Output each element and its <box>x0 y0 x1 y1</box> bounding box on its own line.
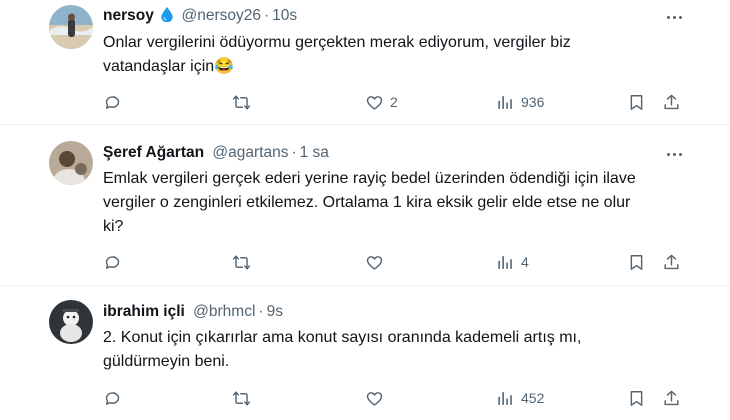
tweet-1[interactable]: nersoy @nersoy26 · 10s Onlar vergilerini ö… <box>0 0 730 124</box>
tweet-header: Şeref Ağartan @agartans · 1 sa <box>103 144 329 161</box>
like-button[interactable]: 2 <box>365 90 398 114</box>
share-button[interactable] <box>662 386 681 410</box>
timestamp[interactable]: 10s <box>272 7 297 24</box>
views-icon <box>498 391 512 405</box>
views-button[interactable]: 4 <box>496 250 529 274</box>
views-button[interactable]: 452 <box>496 386 544 410</box>
tweet-header: ibrahim içli @brhmcl · 9s <box>103 303 283 320</box>
heart-icon <box>366 255 383 270</box>
share-button[interactable] <box>662 90 681 114</box>
more-icon[interactable] <box>664 7 684 27</box>
share-button[interactable] <box>662 250 681 274</box>
avatar[interactable] <box>49 300 93 344</box>
views-count: 452 <box>521 390 545 406</box>
bookmark-button[interactable] <box>627 90 646 114</box>
timestamp[interactable]: 1 sa <box>300 144 329 161</box>
tweet-actions: 452 <box>0 386 730 410</box>
display-name[interactable]: nersoy <box>103 7 154 24</box>
like-count: 2 <box>390 94 398 110</box>
share-icon <box>664 94 679 109</box>
tweet-text: 2. Konut için çıkarırlar ama konut sayıs… <box>103 329 582 370</box>
share-icon <box>664 254 679 269</box>
reply-icon <box>105 255 120 269</box>
heart-icon <box>366 391 383 406</box>
reply-button[interactable] <box>103 386 122 410</box>
tweet-text: Emlak vergileri gerçek ederi yerine rayi… <box>103 170 636 235</box>
avatar[interactable] <box>49 5 93 49</box>
display-name[interactable]: ibrahim içli <box>103 303 185 320</box>
tweet-actions: 2 936 <box>0 90 730 114</box>
bookmark-button[interactable] <box>627 386 646 410</box>
views-button[interactable]: 936 <box>496 90 544 114</box>
bookmark-icon <box>630 390 643 406</box>
heart-icon <box>366 95 383 110</box>
like-button[interactable] <box>365 386 384 410</box>
retweet-button[interactable] <box>232 386 251 410</box>
retweet-icon <box>232 390 251 406</box>
bookmark-icon <box>630 94 643 110</box>
retweet-button[interactable] <box>232 90 251 114</box>
reply-button[interactable] <box>103 90 122 114</box>
tweet-actions: 4 <box>0 250 730 274</box>
tweet-2[interactable]: Şeref Ağartan @agartans · 1 sa Emlak vergi… <box>0 125 730 285</box>
water-drop-icon <box>161 7 177 24</box>
tweet-header: nersoy @nersoy26 · 10s <box>103 7 298 24</box>
avatar[interactable] <box>49 141 93 185</box>
user-handle[interactable]: @nersoy26 <box>181 7 261 24</box>
retweet-icon <box>232 254 251 270</box>
retweet-icon <box>232 94 251 110</box>
user-handle[interactable]: @agartans <box>212 144 288 161</box>
reply-icon <box>105 95 120 109</box>
like-button[interactable] <box>365 250 384 274</box>
user-handle[interactable]: @brhmcl <box>193 303 255 320</box>
retweet-button[interactable] <box>232 250 251 274</box>
more-icon[interactable] <box>664 144 684 164</box>
views-count: 936 <box>521 94 545 110</box>
tweet-text: Onlar vergilerini ödüyormu gerçekten mer… <box>103 34 571 75</box>
reply-icon <box>105 391 120 405</box>
reply-button[interactable] <box>103 250 122 274</box>
views-count: 4 <box>521 254 529 270</box>
timestamp[interactable]: 9s <box>267 303 283 320</box>
views-icon <box>498 255 512 269</box>
display-name[interactable]: Şeref Ağartan <box>103 144 204 161</box>
bookmark-icon <box>630 254 643 270</box>
views-icon <box>498 95 512 109</box>
share-icon <box>664 390 679 405</box>
tweet-3[interactable]: ibrahim içli @brhmcl · 9s 2. Konut için çı… <box>0 286 730 420</box>
bookmark-button[interactable] <box>627 250 646 274</box>
